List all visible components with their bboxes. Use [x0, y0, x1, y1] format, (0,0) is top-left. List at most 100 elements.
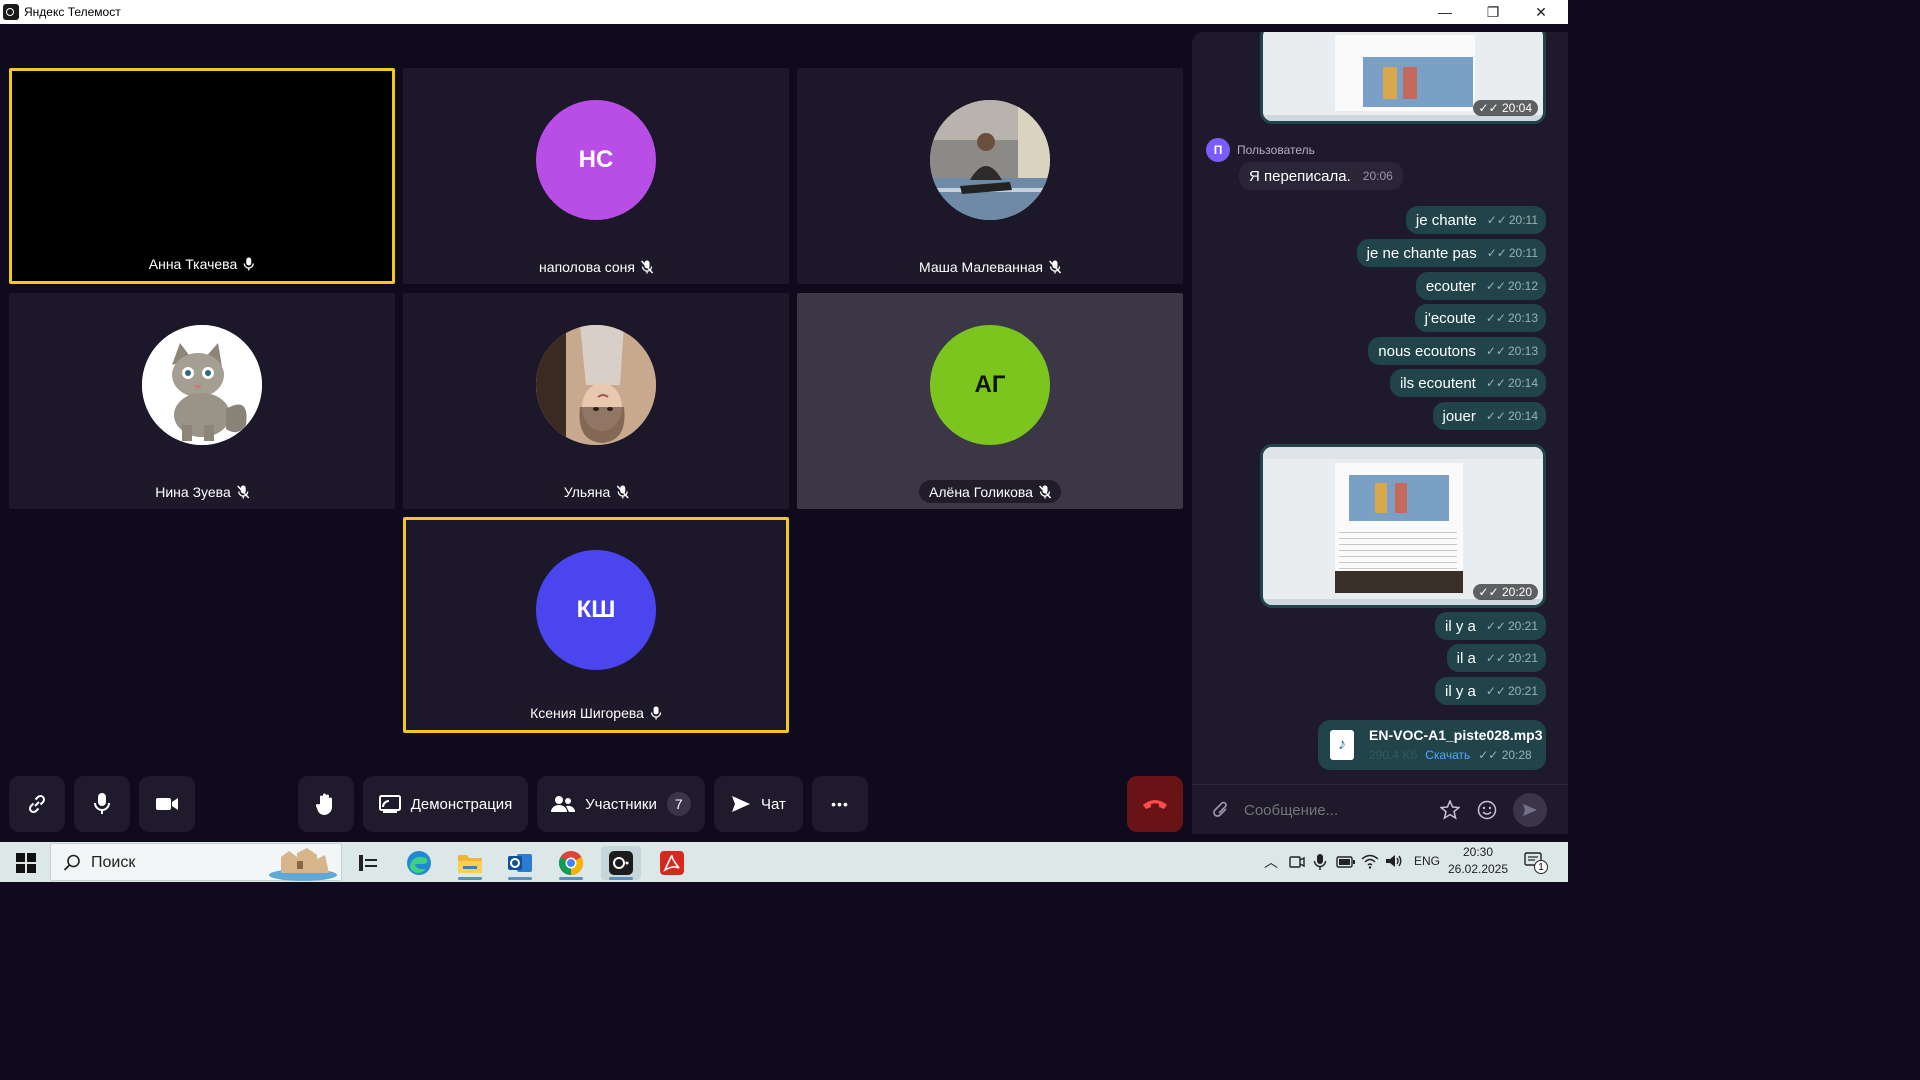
outgoing-message[interactable]: ecouter ✓✓ 20:12 — [1415, 272, 1546, 300]
more-button[interactable]: ••• — [812, 776, 868, 832]
message-text: jouer — [1442, 407, 1476, 425]
acrobat-taskbar-button[interactable] — [652, 846, 692, 880]
microphone-button[interactable] — [74, 776, 130, 832]
attach-icon[interactable] — [1212, 800, 1230, 820]
window-title: Яндекс Телемост — [24, 5, 121, 19]
message-text: il y a — [1445, 682, 1476, 700]
outgoing-message[interactable]: ils ecoutent ✓✓ 20:14 — [1389, 369, 1546, 397]
star-icon[interactable] — [1440, 800, 1460, 820]
file-name: EN-VOC-A1_piste028.mp3 — [1369, 727, 1543, 743]
send-icon — [1523, 804, 1537, 816]
folder-icon — [458, 855, 482, 873]
start-button[interactable] — [6, 846, 46, 880]
outgoing-message[interactable]: je chante ✓✓ 20:11 — [1405, 206, 1546, 234]
raise-hand-button[interactable] — [298, 776, 354, 832]
participant-name: Анна Ткачева — [148, 255, 238, 272]
audio-file-icon: ♪ — [1330, 730, 1354, 760]
microphone-tray-icon[interactable] — [1313, 853, 1327, 871]
participants-button[interactable]: Участники 7 — [537, 776, 705, 832]
incoming-message[interactable]: Я переписала. 20:06 — [1239, 162, 1403, 190]
message-time: ✓✓ 20:21 — [1485, 651, 1538, 665]
edge-taskbar-button[interactable] — [399, 846, 439, 880]
telemost-taskbar-button[interactable] — [601, 846, 641, 880]
outlook-taskbar-button[interactable] — [500, 846, 540, 880]
participant-tile-ulyana[interactable]: Ульяна — [403, 293, 789, 509]
message-input[interactable] — [1244, 797, 1424, 823]
person-photo — [536, 325, 656, 445]
participant-tile-sonya[interactable]: НС наполова соня — [403, 68, 789, 284]
participants-icon — [551, 796, 576, 812]
show-hidden-icons-button[interactable]: ︿ — [1264, 852, 1278, 872]
microphone-on-icon — [244, 257, 255, 270]
message-time: ✓✓ 20:14 — [1485, 376, 1538, 390]
minimize-button[interactable]: — — [1422, 0, 1468, 24]
task-view-button[interactable] — [348, 846, 388, 880]
telemost-window: Яндекс Телемост — ❐ ✕ Анна Ткачева НС на… — [0, 0, 1568, 882]
message-time-value: 20:28 — [1501, 748, 1532, 762]
microphone-off-icon — [1038, 484, 1051, 499]
message-time-value: 20:21 — [1507, 651, 1538, 665]
taskbar-clock[interactable]: 20:30 26.02.2025 — [1444, 844, 1512, 878]
emoji-icon[interactable] — [1477, 800, 1497, 820]
participant-tile-anna[interactable]: Анна Ткачева — [9, 68, 395, 284]
message-text: il y a — [1445, 617, 1476, 635]
screenshot-message[interactable]: ✓✓ 20:04 — [1260, 32, 1546, 124]
avatar: КШ — [536, 550, 656, 670]
camera-icon — [156, 798, 178, 810]
wifi-icon[interactable] — [1361, 853, 1379, 869]
participant-name-badge: Анна Ткачева — [139, 252, 265, 275]
taskbar-search[interactable]: Поиск — [50, 843, 342, 881]
file-size: 290.4 Kб — [1369, 748, 1418, 762]
file-meta: 290.4 Kб Скачать ✓✓ 20:28 — [1369, 748, 1532, 762]
explorer-taskbar-button[interactable] — [450, 846, 490, 880]
outgoing-message[interactable]: il y a ✓✓ 20:21 — [1435, 677, 1546, 705]
message-time: ✓✓ 20:20 — [1472, 584, 1538, 600]
outgoing-message[interactable]: je ne chante pas ✓✓ 20:11 — [1356, 239, 1546, 267]
message-time-value: 20:11 — [1508, 246, 1538, 260]
participant-tile-kseniya[interactable]: КШ Ксения Шигорева — [403, 517, 789, 733]
outgoing-message[interactable]: j'ecoute ✓✓ 20:13 — [1414, 304, 1546, 332]
participant-tile-nina[interactable]: Нина Зуева — [9, 293, 395, 509]
outgoing-message[interactable]: il a ✓✓ 20:21 — [1446, 644, 1546, 672]
screen-share-button[interactable]: Демонстрация — [363, 776, 528, 832]
camera-button[interactable] — [139, 776, 195, 832]
message-time: ✓✓ 20:14 — [1485, 409, 1538, 423]
outgoing-message[interactable]: nous ecoutons ✓✓ 20:13 — [1368, 337, 1546, 365]
clock-time: 20:30 — [1462, 845, 1494, 859]
participant-tile-alena[interactable]: АГ Алёна Голикова — [797, 293, 1183, 509]
message-time-value: 20:14 — [1507, 376, 1538, 390]
kitten-drawing — [142, 325, 262, 445]
volume-icon[interactable] — [1385, 853, 1403, 869]
screenshot-message[interactable]: ✓✓ 20:20 — [1260, 444, 1546, 608]
send-button[interactable] — [1513, 793, 1547, 827]
language-indicator[interactable]: ENG — [1414, 854, 1440, 868]
end-call-button[interactable] — [1127, 776, 1183, 832]
close-button[interactable]: ✕ — [1518, 0, 1564, 24]
copy-link-button[interactable] — [9, 776, 65, 832]
outgoing-message[interactable]: il y a ✓✓ 20:21 — [1435, 612, 1546, 640]
participant-name-badge: Ульяна — [553, 480, 639, 503]
meet-now-icon[interactable] — [1289, 854, 1305, 870]
avatar-photo — [930, 100, 1050, 220]
avatar: АГ — [930, 325, 1050, 445]
notifications-button[interactable]: 1 — [1524, 852, 1548, 874]
chat-button[interactable]: Чат — [714, 776, 803, 832]
battery-icon[interactable] — [1336, 855, 1356, 869]
participant-name: Ксения Шигорева — [530, 704, 644, 721]
microphone-off-icon — [1048, 259, 1061, 274]
search-highlight-illustration — [269, 848, 337, 881]
file-message[interactable]: ♪ EN-VOC-A1_piste028.mp3 290.4 Kб Скачат… — [1318, 720, 1546, 770]
search-placeholder: Поиск — [91, 854, 136, 871]
chrome-taskbar-button[interactable] — [551, 846, 591, 880]
participant-tile-masha[interactable]: Маша Малеванная — [797, 68, 1183, 284]
maximize-button[interactable]: ❐ — [1470, 0, 1516, 24]
link-icon — [28, 794, 46, 814]
message-text: je ne chante pas — [1366, 244, 1477, 262]
message-time-value: 20:13 — [1507, 311, 1538, 325]
participant-name-badge: Нина Зуева — [145, 480, 259, 503]
screenshot-thumbnail — [1263, 447, 1543, 605]
download-link[interactable]: Скачать — [1425, 748, 1470, 762]
outgoing-message[interactable]: jouer ✓✓ 20:14 — [1432, 402, 1546, 430]
sender-avatar: П — [1206, 138, 1230, 162]
microphone-off-icon — [616, 484, 629, 499]
